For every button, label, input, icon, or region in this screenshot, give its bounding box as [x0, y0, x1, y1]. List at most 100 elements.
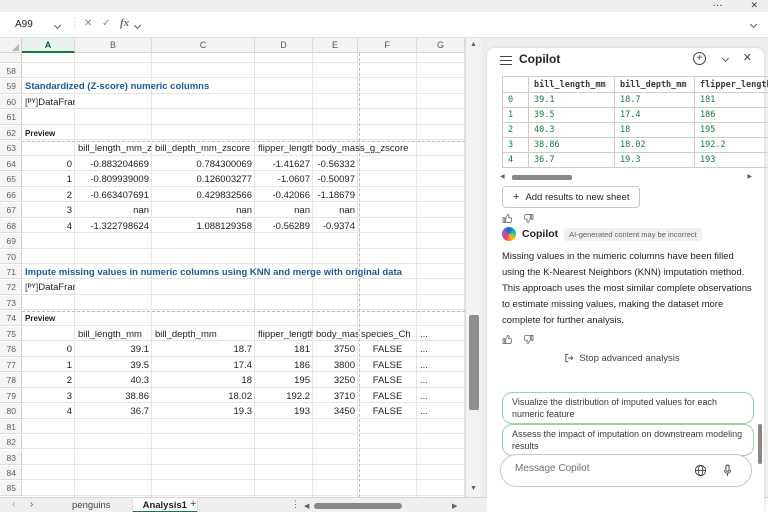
- row-header-66[interactable]: 66: [0, 187, 22, 203]
- grid-cell-A78[interactable]: 2: [22, 373, 75, 387]
- row-header-82[interactable]: 82: [0, 435, 22, 450]
- grid-row[interactable]: [22, 435, 465, 450]
- scroll-up-icon[interactable]: ▲: [470, 41, 477, 48]
- panel-scrollbar-thumb[interactable]: [758, 424, 762, 464]
- thumbs-up-icon[interactable]: [502, 213, 513, 224]
- grid-cell-A76[interactable]: 0: [22, 342, 75, 356]
- add-results-button[interactable]: + Add results to new sheet: [502, 186, 641, 208]
- stop-analysis-button[interactable]: Stop advanced analysis: [487, 353, 757, 364]
- grid-cell-B66[interactable]: -0.663407691: [75, 188, 152, 202]
- web-globe-icon[interactable]: [694, 464, 707, 482]
- window-close-icon[interactable]: ✕: [750, 0, 758, 11]
- formula-bar-expand-icon[interactable]: [749, 20, 758, 29]
- scrollbar-thumb[interactable]: [469, 315, 479, 410]
- grid-cell-A77[interactable]: 1: [22, 358, 75, 372]
- row-header-61[interactable]: 61: [0, 110, 22, 125]
- grid-cell-E65[interactable]: -0.50097: [313, 172, 358, 186]
- grid-cell-C64[interactable]: 0.784300069: [152, 157, 255, 171]
- grid-row[interactable]: [22, 234, 465, 249]
- grid-cell-E79[interactable]: 3710: [313, 389, 358, 403]
- row-header-74[interactable]: 74: [0, 311, 22, 326]
- grid-cell-B68[interactable]: -1.322798624: [75, 219, 152, 233]
- grid-cell-D67[interactable]: nan: [255, 203, 313, 217]
- scroll-down-icon[interactable]: ▼: [470, 485, 477, 492]
- tab-options-icon[interactable]: ⋮: [291, 499, 300, 510]
- grid-cell-A68[interactable]: 4: [22, 219, 75, 233]
- grid-row[interactable]: [22, 420, 465, 435]
- message-input[interactable]: [515, 463, 675, 474]
- grid-cell-D76[interactable]: 181: [255, 342, 313, 356]
- formula-input[interactable]: [150, 14, 740, 35]
- grid-cell-C78[interactable]: 18: [152, 373, 255, 387]
- menu-icon[interactable]: [500, 56, 512, 65]
- grid-cell-B75[interactable]: bill_length_mm: [75, 327, 152, 341]
- table-horizontal-scrollbar[interactable]: ◀ ▶: [500, 174, 752, 181]
- column-header-E[interactable]: E: [313, 38, 358, 53]
- grid-cell-C80[interactable]: 19.3: [152, 404, 255, 418]
- grid-cell-A64[interactable]: 0: [22, 157, 75, 171]
- grid-cell-C66[interactable]: 0.429832566: [152, 188, 255, 202]
- grid-cell-C75[interactable]: bill_depth_mm: [152, 327, 255, 341]
- row-header-77[interactable]: 77: [0, 357, 22, 373]
- prev-sheet-icon[interactable]: ‹: [12, 499, 15, 510]
- grid-cell-F78[interactable]: FALSE: [358, 373, 417, 387]
- grid-cell-E75[interactable]: body_mass_g: [313, 327, 358, 341]
- grid-row[interactable]: [22, 110, 465, 125]
- grid-row[interactable]: [22, 466, 465, 481]
- select-all-corner[interactable]: [0, 38, 22, 53]
- grid-cell-D64[interactable]: -1.41627: [255, 157, 313, 171]
- enter-icon[interactable]: ✓: [102, 18, 110, 29]
- row-header-85[interactable]: 85: [0, 481, 22, 496]
- grid-cell-D77[interactable]: 186: [255, 358, 313, 372]
- grid-cell-F79[interactable]: FALSE: [358, 389, 417, 403]
- grid-cell-G80[interactable]: ...: [417, 404, 465, 418]
- row-header-67[interactable]: 67: [0, 203, 22, 218]
- name-box[interactable]: A99: [8, 15, 66, 35]
- grid-cell-B64[interactable]: -0.883204669: [75, 157, 152, 171]
- grid-cell-B79[interactable]: 38.86: [75, 389, 152, 403]
- grid-cell-A74[interactable]: Preview: [22, 311, 75, 325]
- spreadsheet-grid[interactable]: 58 59 60 61 62 63 64 65 66 67 68 69 70 71 72 73 74 75 76 77…: [0, 53, 481, 497]
- row-header-75[interactable]: 75: [0, 326, 22, 342]
- grid-cell-A66[interactable]: 2: [22, 188, 75, 202]
- window-more-icon[interactable]: …: [712, 0, 724, 9]
- grid-cell-A59[interactable]: Standardized (Z-score) numeric columns: [22, 79, 212, 93]
- grid-cell-B76[interactable]: 39.1: [75, 342, 152, 356]
- grid-cell-D63[interactable]: flipper_length_mm: [255, 141, 313, 155]
- grid-cell-G77[interactable]: ...: [417, 358, 465, 372]
- grid-cell-A62[interactable]: Preview: [22, 126, 75, 140]
- column-header-F[interactable]: F: [358, 38, 417, 53]
- scroll-left-icon[interactable]: ◀: [304, 502, 309, 510]
- row-header-78[interactable]: 78: [0, 373, 22, 388]
- grid-cell-E77[interactable]: 3800: [313, 358, 358, 372]
- add-sheet-button[interactable]: +: [190, 498, 196, 510]
- grid-cell-B63[interactable]: bill_length_mm_z: [75, 141, 152, 155]
- sheet-tab-penguins[interactable]: penguins: [62, 498, 121, 512]
- suggestion-pill[interactable]: Visualize the distribution of imputed va…: [502, 392, 754, 424]
- grid-row[interactable]: [22, 250, 465, 264]
- grid-cell-D80[interactable]: 193: [255, 404, 313, 418]
- grid-cell-F80[interactable]: FALSE: [358, 404, 417, 418]
- grid-cell-D79[interactable]: 192.2: [255, 389, 313, 403]
- grid-cell-A65[interactable]: 1: [22, 172, 75, 186]
- grid-cell-B65[interactable]: -0.809939009: [75, 172, 152, 186]
- grid-cell-G78[interactable]: ...: [417, 373, 465, 387]
- scrollbar-thumb[interactable]: [512, 175, 572, 180]
- grid-row[interactable]: [22, 311, 465, 326]
- row-header-79[interactable]: 79: [0, 388, 22, 404]
- grid-cell-E78[interactable]: 3250: [313, 373, 358, 387]
- python-dataframe-cell[interactable]: [PY]DataFrame: [22, 95, 75, 109]
- horizontal-scrollbar-thumb[interactable]: [314, 503, 402, 509]
- grid-cell-A71[interactable]: Impute missing values in numeric columns…: [22, 265, 405, 279]
- grid-row[interactable]: [22, 64, 465, 79]
- row-header-62[interactable]: 62: [0, 125, 22, 141]
- next-sheet-icon[interactable]: ›: [30, 499, 33, 510]
- row-header-63[interactable]: 63: [0, 141, 22, 156]
- grid-row[interactable]: [22, 451, 465, 465]
- grid-row[interactable]: [22, 280, 465, 295]
- scroll-right-icon[interactable]: ▶: [452, 502, 457, 510]
- sheet-tab-Analysis1[interactable]: Analysis1: [131, 498, 198, 512]
- row-header-65[interactable]: 65: [0, 172, 22, 187]
- row-header-80[interactable]: 80: [0, 404, 22, 419]
- cancel-icon[interactable]: ✕: [84, 18, 92, 29]
